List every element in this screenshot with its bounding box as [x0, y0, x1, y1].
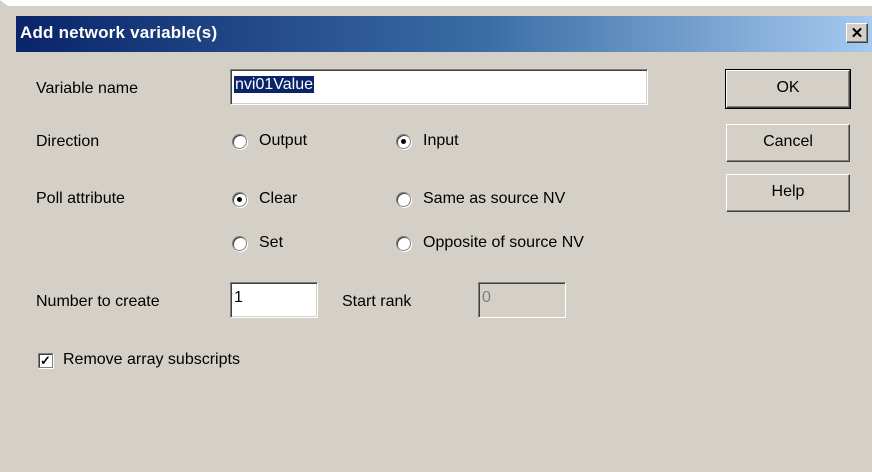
poll-same-as-source-radio[interactable]: Same as source NV [396, 190, 565, 208]
variable-name-value: nvi01Value [234, 76, 314, 93]
number-to-create-input[interactable]: 1 [230, 282, 318, 318]
close-icon: ✕ [850, 25, 864, 42]
direction-output-label: Output [259, 132, 308, 149]
radio-icon [232, 235, 247, 251]
remove-array-subscripts-label: Remove array subscripts [63, 351, 240, 368]
radio-selected-icon [232, 191, 247, 207]
radio-icon [396, 191, 411, 207]
poll-set-radio[interactable]: Set [232, 234, 283, 252]
variable-name-label: Variable name [36, 80, 138, 97]
radio-icon [232, 133, 247, 149]
poll-opposite-of-source-label: Opposite of source NV [423, 234, 584, 251]
direction-input-label: Input [423, 132, 459, 149]
poll-clear-label: Clear [259, 190, 298, 207]
direction-output-radio[interactable]: Output [232, 132, 307, 150]
poll-set-label: Set [259, 234, 284, 251]
start-rank-input[interactable]: 0 [478, 282, 566, 318]
direction-label: Direction [36, 133, 100, 150]
number-to-create-label: Number to create [36, 293, 160, 310]
cancel-button[interactable]: Cancel [726, 124, 850, 162]
checkmark-icon: ✓ [38, 352, 53, 368]
start-rank-label: Start rank [342, 293, 412, 310]
poll-clear-radio[interactable]: Clear [232, 190, 297, 208]
dialog-title: Add network variable(s) [20, 23, 218, 42]
poll-opposite-of-source-radio[interactable]: Opposite of source NV [396, 234, 584, 252]
ok-button[interactable]: OK [725, 69, 851, 109]
poll-same-as-source-label: Same as source NV [423, 190, 566, 207]
close-button[interactable]: ✕ [846, 23, 868, 43]
help-button[interactable]: Help [726, 174, 850, 212]
direction-input-radio[interactable]: Input [396, 132, 459, 150]
radio-icon [396, 235, 411, 251]
number-to-create-value: 1 [234, 289, 243, 306]
radio-selected-icon [396, 133, 411, 149]
add-network-variable-dialog: Add network variable(s) ✕ Variable name … [0, 0, 872, 472]
start-rank-value: 0 [482, 289, 491, 306]
variable-name-input[interactable]: nvi01Value [230, 69, 648, 105]
title-bar[interactable]: Add network variable(s) ✕ [16, 16, 872, 52]
remove-array-subscripts-checkbox[interactable]: ✓ Remove array subscripts [38, 351, 240, 369]
poll-attribute-label: Poll attribute [36, 190, 125, 207]
